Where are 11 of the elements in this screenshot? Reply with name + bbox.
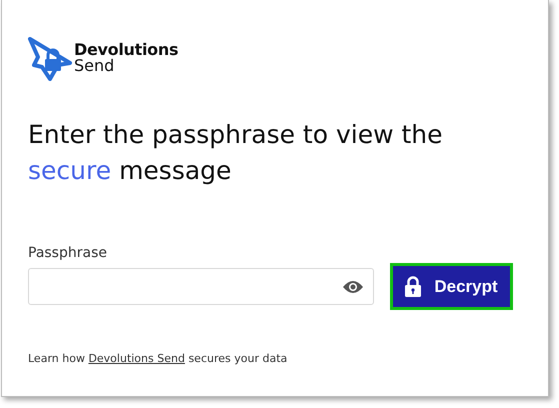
decrypt-button[interactable]: Decrypt [390,263,513,310]
logo-wordmark: Devolutions [74,42,178,58]
page-heading: Enter the passphrase to view the secure message [28,119,444,187]
lock-icon [405,276,422,297]
product-link[interactable]: Devolutions Send [88,352,185,365]
field-label: Passphrase [28,245,108,261]
eye-icon[interactable] [342,280,364,294]
footer-text: Learn how Devolutions Send secures your data [28,352,288,365]
logo-icon [28,37,72,81]
passphrase-field[interactable] [28,268,374,305]
logo-subtitle: Send [74,58,116,74]
